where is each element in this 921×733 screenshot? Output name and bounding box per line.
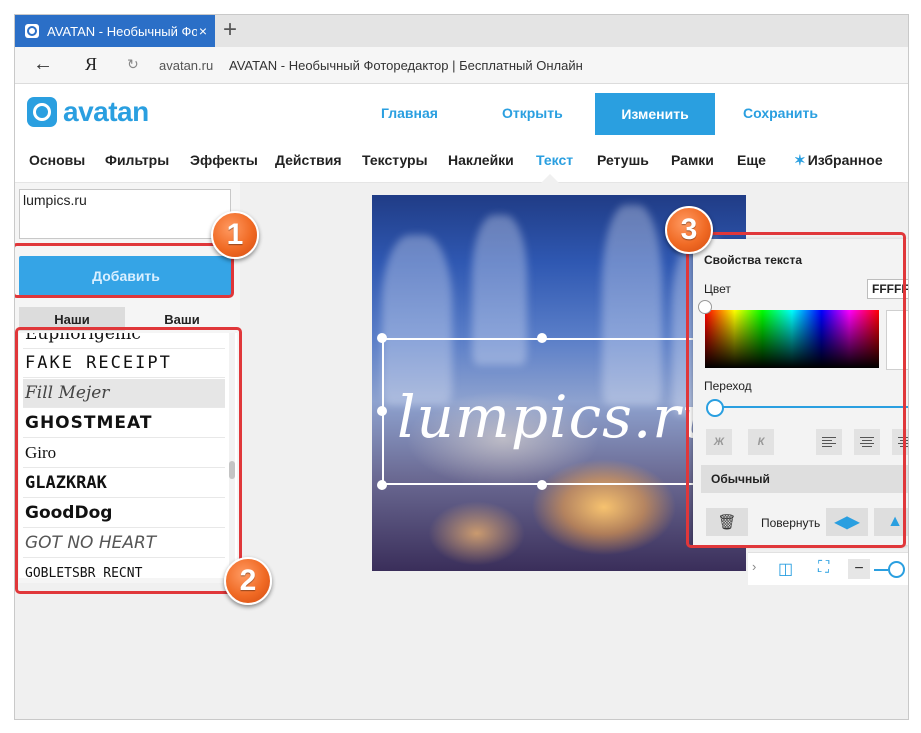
annotation-box-add [15, 243, 234, 298]
category-actions[interactable]: Действия [275, 152, 342, 168]
category-basics[interactable]: Основы [29, 152, 85, 168]
camera-logo-icon [27, 97, 57, 127]
category-favorites[interactable]: ✶ Избранное [794, 152, 883, 169]
category-retouch[interactable]: Ретушь [597, 152, 649, 168]
zoom-out-button[interactable]: − [848, 559, 870, 579]
text-input[interactable]: lumpics.ru [19, 189, 231, 239]
annotation-box-fonts [15, 327, 242, 594]
resize-handle[interactable] [377, 406, 387, 416]
browser-tab[interactable]: AVATAN - Необычный Фо × [15, 15, 215, 47]
zoom-slider-track[interactable] [874, 569, 888, 571]
browser-window: AVATAN - Необычный Фо × + ← Я ↻ avatan.r… [14, 14, 909, 720]
annotation-badge: 2 [224, 557, 272, 605]
category-filters[interactable]: Фильтры [105, 152, 169, 168]
star-icon: ✶ [794, 152, 806, 168]
tab-bar: AVATAN - Необычный Фо × + [15, 15, 908, 47]
category-effects[interactable]: Эффекты [190, 152, 258, 168]
url-text[interactable]: avatan.ru [159, 58, 213, 73]
annotation-badge: 3 [665, 206, 713, 254]
tab-title: AVATAN - Необычный Фо [47, 23, 197, 39]
nav-open[interactable]: Открыть [502, 105, 563, 121]
category-more[interactable]: Еще [737, 152, 766, 168]
resize-handle[interactable] [377, 480, 387, 490]
reload-icon[interactable]: ↻ [127, 56, 139, 73]
avatan-logo[interactable]: avatan [27, 96, 149, 128]
category-nav: Основы Фильтры Эффекты Действия Текстуры… [15, 144, 908, 183]
annotation-box-properties [686, 232, 906, 548]
address-bar: ← Я ↻ avatan.ru AVATAN - Необычный Фотоp… [15, 47, 908, 84]
resize-handle[interactable] [537, 333, 547, 343]
category-text[interactable]: Текст [536, 152, 573, 168]
nav-save[interactable]: Сохранить [743, 105, 818, 121]
category-textures[interactable]: Текстуры [362, 152, 428, 168]
back-arrow-icon[interactable]: ← [33, 53, 53, 76]
logo-text: avatan [63, 96, 149, 127]
canvas-toolbar: › ◫ ⛶ − [748, 552, 908, 585]
nav-home[interactable]: Главная [381, 105, 438, 121]
avatan-favicon-icon [25, 24, 39, 38]
resize-handle[interactable] [537, 480, 547, 490]
page-title: AVATAN - Необычный Фотоpедактор | Беспла… [229, 58, 583, 73]
active-category-pointer [541, 174, 559, 183]
new-tab-button[interactable]: + [223, 17, 237, 43]
expand-arrow-icon[interactable]: › [752, 559, 756, 574]
site-header: avatan Главная Открыть Изменить Сохранит… [15, 84, 908, 144]
resize-handle[interactable] [377, 333, 387, 343]
nav-edit-button[interactable]: Изменить [595, 93, 715, 135]
fullscreen-icon[interactable]: ⛶ [818, 559, 829, 577]
category-frames[interactable]: Рамки [671, 152, 714, 168]
close-tab-icon[interactable]: × [199, 23, 207, 39]
category-favorites-label: Избранное [807, 152, 883, 168]
compare-icon[interactable]: ◫ [778, 559, 793, 579]
yandex-logo[interactable]: Я [85, 54, 97, 75]
zoom-slider-knob[interactable] [888, 561, 905, 578]
canvas-text-layer[interactable]: lumpics.ru [397, 383, 719, 451]
annotation-badge: 1 [211, 211, 259, 259]
category-stickers[interactable]: Наклейки [448, 152, 514, 168]
